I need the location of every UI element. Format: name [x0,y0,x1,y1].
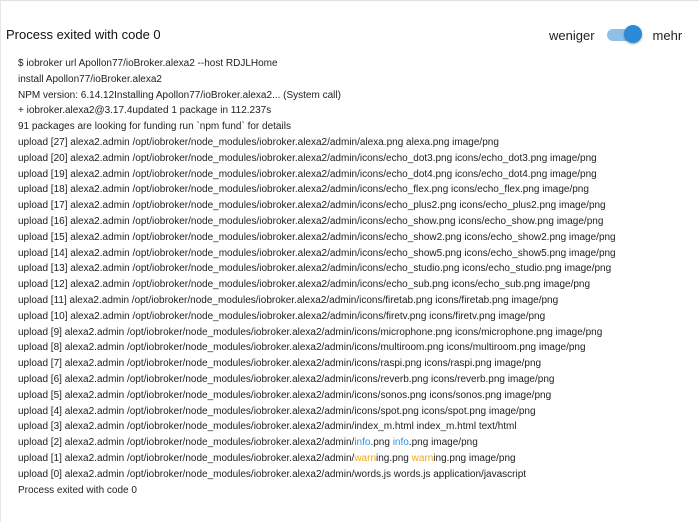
log-line: upload [9] alexa2.admin /opt/iobroker/no… [18,326,603,338]
log-line: NPM version: 6.14.12Installing Apollon77… [18,89,341,101]
log-line: $ iobroker url Apollon77/ioBroker.alexa2… [18,58,278,69]
log-line: upload [15] alexa2.admin /opt/iobroker/n… [18,231,616,243]
process-status-title: Process exited with code 0 [6,27,161,42]
detail-toggle-group: weniger mehr [549,25,682,45]
log-line: upload [16] alexa2.admin /opt/iobroker/n… [18,215,604,227]
toggle-label-less[interactable]: weniger [549,28,595,43]
info-highlight: info [354,437,371,449]
log-line: upload [19] alexa2.admin /opt/iobroker/n… [18,168,597,180]
log-line: upload [6] alexa2.admin /opt/iobroker/no… [18,373,555,385]
log-line: upload [12] alexa2.admin /opt/iobroker/n… [18,279,591,291]
detail-toggle-switch[interactable] [606,25,642,43]
log-line: upload [14] alexa2.admin /opt/iobroker/n… [18,247,616,259]
log-line: upload [17] alexa2.admin /opt/iobroker/n… [18,200,606,212]
log-line: upload [5] alexa2.admin /opt/iobroker/no… [18,389,552,401]
process-output-dialog: Process exited with code 0 weniger mehr … [0,0,699,522]
log-line: upload [4] alexa2.admin /opt/iobroker/no… [18,405,536,417]
log-line: upload [2] alexa2.admin /opt/iobroker/no… [18,437,478,449]
log-line: Process exited with code 0 [18,484,137,496]
log-line: upload [7] alexa2.admin /opt/iobroker/no… [18,358,542,370]
log-line: upload [1] alexa2.admin /opt/iobroker/no… [18,452,516,464]
log-line: upload [8] alexa2.admin /opt/iobroker/no… [18,342,586,354]
warning-highlight: warn [411,452,434,464]
warning-highlight: warn [354,452,377,464]
info-highlight: info [392,437,409,449]
log-line: upload [3] alexa2.admin /opt/iobroker/no… [18,421,517,433]
log-line: upload [20] alexa2.admin /opt/iobroker/n… [18,152,597,164]
toggle-label-more[interactable]: mehr [653,28,683,43]
log-output-panel[interactable]: $ iobroker url Apollon77/ioBroker.alexa2… [9,47,697,521]
log-line: upload [13] alexa2.admin /opt/iobroker/n… [18,263,612,275]
log-line: 91 packages are looking for funding run … [18,121,291,133]
toggle-thumb[interactable] [623,25,642,43]
log-line: upload [18] alexa2.admin /opt/iobroker/n… [18,184,589,196]
log-line: upload [10] alexa2.admin /opt/iobroker/n… [18,310,546,322]
log-line: upload [11] alexa2.admin /opt/iobroker/n… [18,294,559,306]
log-line: upload [27] alexa2.admin /opt/iobroker/n… [18,136,499,148]
log-line: upload [0] alexa2.admin /opt/iobroker/no… [18,468,527,480]
log-line: install Apollon77/ioBroker.alexa2 [18,73,162,85]
log-line: + iobroker.alexa2@3.17.4updated 1 packag… [18,105,272,117]
